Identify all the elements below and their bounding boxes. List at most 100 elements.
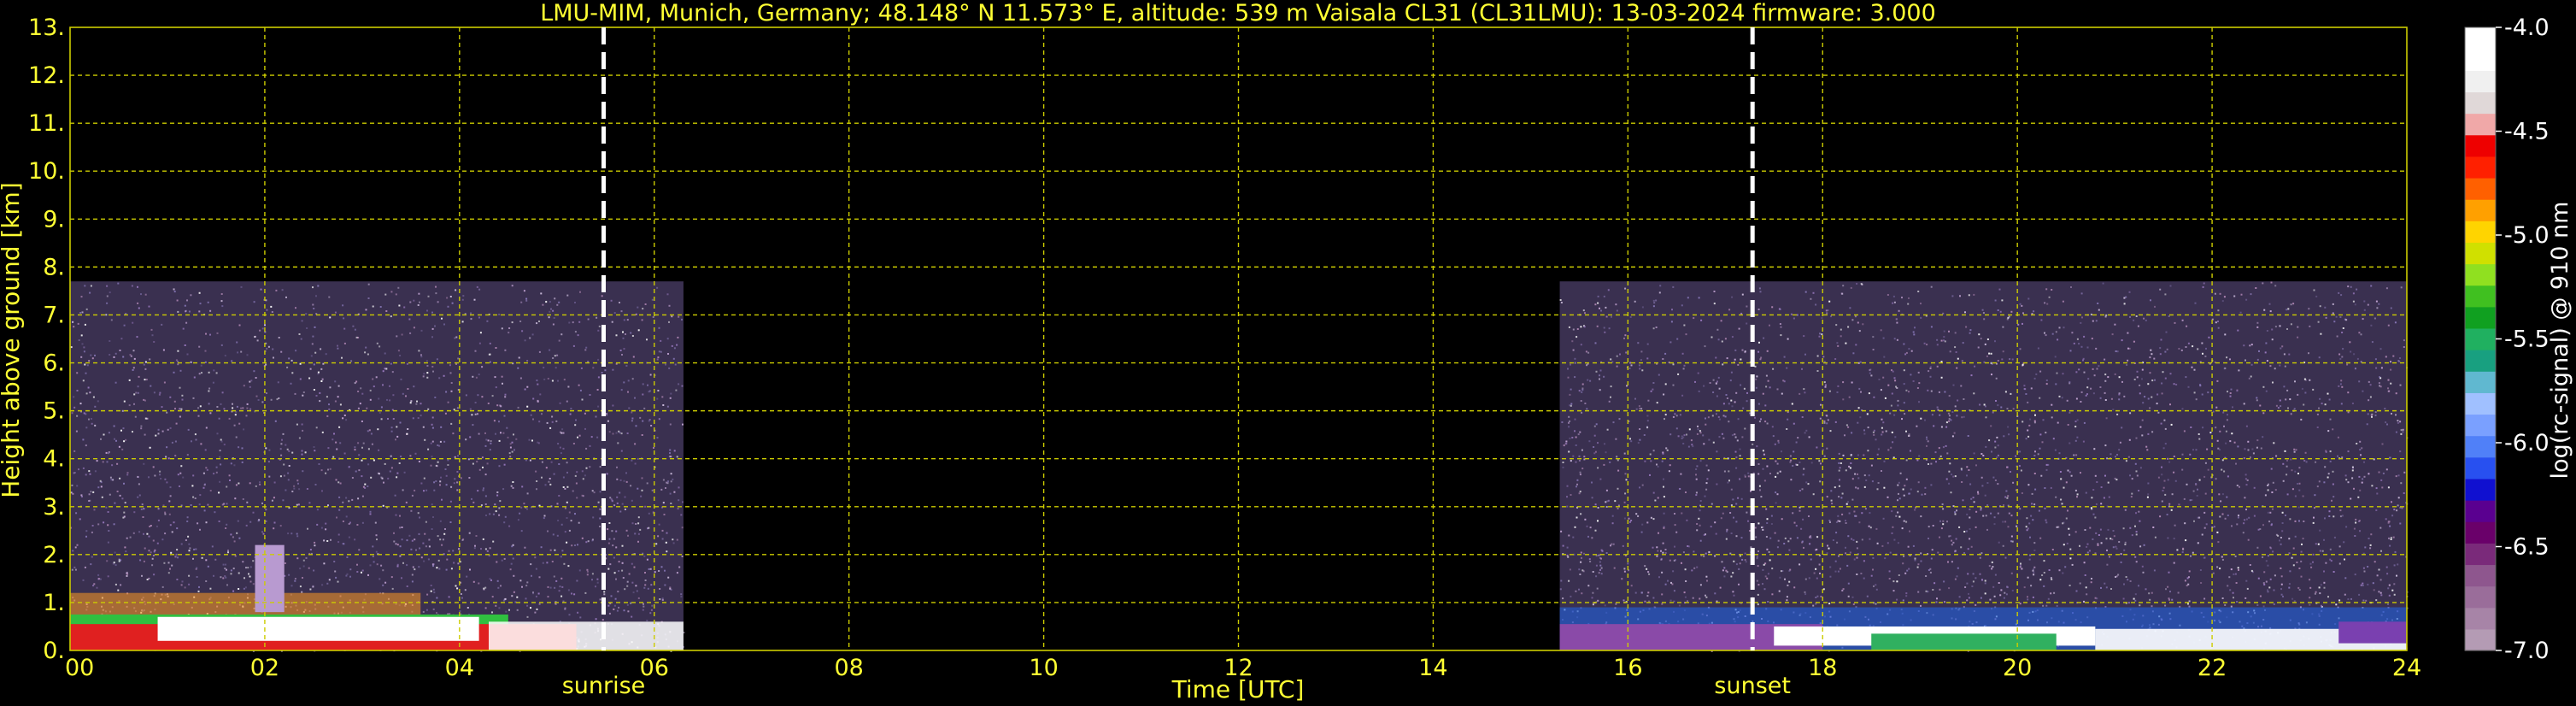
noise-speckle: [164, 513, 167, 515]
noise-speckle: [244, 586, 247, 589]
noise-speckle: [682, 423, 684, 426]
noise-speckle: [1591, 481, 1593, 484]
noise-speckle: [440, 476, 442, 479]
noise-speckle: [2096, 368, 2098, 370]
noise-speckle: [2345, 526, 2348, 528]
noise-speckle: [2079, 544, 2080, 547]
noise-speckle: [1726, 397, 1728, 399]
noise-speckle: [1730, 532, 1733, 534]
noise-speckle: [2217, 309, 2220, 312]
noise-speckle: [241, 461, 244, 463]
noise-speckle: [1610, 358, 1612, 361]
noise-speckle: [455, 289, 457, 291]
noise-speckle: [568, 529, 571, 532]
noise-speckle: [1958, 526, 1961, 528]
noise-speckle: [591, 539, 594, 542]
noise-speckle: [456, 481, 459, 484]
noise-speckle: [296, 423, 298, 426]
noise-speckle: [231, 360, 233, 362]
noise-speckle: [2265, 580, 2268, 583]
noise-speckle: [1957, 357, 1959, 360]
noise-speckle: [2151, 379, 2154, 382]
noise-speckle: [339, 403, 342, 406]
noise-speckle: [2333, 536, 2336, 538]
noise-speckle: [627, 379, 630, 382]
noise-speckle: [656, 397, 659, 400]
noise-speckle: [1799, 462, 1801, 463]
noise-speckle: [2387, 521, 2390, 523]
noise-speckle: [439, 484, 441, 486]
noise-speckle: [1918, 455, 1921, 457]
noise-speckle: [2090, 313, 2092, 315]
noise-speckle: [1740, 384, 1742, 386]
noise-speckle: [123, 324, 126, 327]
noise-speckle: [2058, 569, 2061, 572]
noise-speckle: [1904, 485, 1906, 487]
noise-speckle: [82, 579, 85, 581]
noise-speckle: [80, 296, 83, 298]
noise-speckle: [245, 524, 248, 527]
noise-speckle: [2107, 481, 2110, 484]
noise-speckle: [2363, 309, 2366, 311]
noise-speckle: [2342, 348, 2344, 350]
noise-speckle: [584, 427, 586, 430]
noise-speckle: [1721, 432, 1723, 435]
noise-speckle: [585, 346, 588, 349]
noise-speckle: [1946, 452, 1949, 455]
noise-speckle: [2243, 344, 2245, 347]
noise-speckle: [1958, 596, 1961, 598]
noise-speckle: [2193, 520, 2195, 522]
noise-speckle: [1808, 515, 1810, 517]
noise-speckle: [489, 513, 491, 515]
noise-speckle: [1933, 425, 1935, 427]
noise-speckle: [2104, 315, 2107, 318]
noise-speckle: [307, 527, 308, 530]
noise-speckle: [264, 324, 266, 327]
noise-speckle: [649, 568, 652, 570]
noise-speckle: [2030, 387, 2033, 390]
noise-speckle: [650, 425, 653, 427]
noise-speckle: [643, 605, 645, 608]
noise-speckle: [2016, 525, 2018, 527]
noise-speckle: [145, 379, 148, 381]
noise-speckle: [601, 295, 603, 297]
noise-speckle: [2223, 425, 2225, 427]
noise-speckle: [1762, 468, 1764, 470]
noise-speckle: [2328, 515, 2331, 517]
noise-speckle: [2327, 430, 2330, 432]
noise-speckle: [460, 593, 462, 595]
noise-speckle: [2001, 299, 2004, 302]
noise-speckle: [2387, 324, 2390, 327]
noise-speckle: [1646, 420, 1649, 422]
noise-speckle: [1942, 523, 1945, 526]
noise-speckle: [1607, 289, 1610, 291]
noise-speckle: [2323, 581, 2326, 584]
noise-speckle: [441, 317, 443, 320]
noise-speckle: [648, 391, 650, 393]
noise-speckle: [291, 491, 294, 492]
noise-speckle: [564, 531, 566, 533]
noise-speckle: [1912, 380, 1915, 382]
noise-speckle: [1685, 333, 1687, 336]
noise-speckle: [2315, 543, 2317, 545]
noise-speckle: [207, 301, 209, 303]
noise-speckle: [2216, 566, 2219, 568]
noise-speckle: [114, 381, 117, 384]
noise-speckle: [493, 420, 496, 422]
noise-speckle: [126, 474, 129, 476]
noise-speckle: [2096, 597, 2098, 600]
noise-speckle: [1875, 527, 1878, 530]
noise-speckle: [2347, 598, 2350, 600]
noise-speckle: [1568, 415, 1570, 418]
noise-speckle: [630, 332, 632, 334]
noise-speckle: [335, 479, 337, 481]
noise-speckle: [1624, 287, 1627, 290]
noise-speckle: [2390, 382, 2392, 385]
noise-speckle: [473, 547, 476, 550]
noise-speckle: [1715, 532, 1717, 535]
noise-speckle: [2355, 521, 2357, 524]
noise-speckle: [626, 585, 629, 587]
noise-speckle: [352, 325, 355, 327]
noise-speckle: [2381, 443, 2384, 445]
noise-speckle: [406, 362, 408, 365]
